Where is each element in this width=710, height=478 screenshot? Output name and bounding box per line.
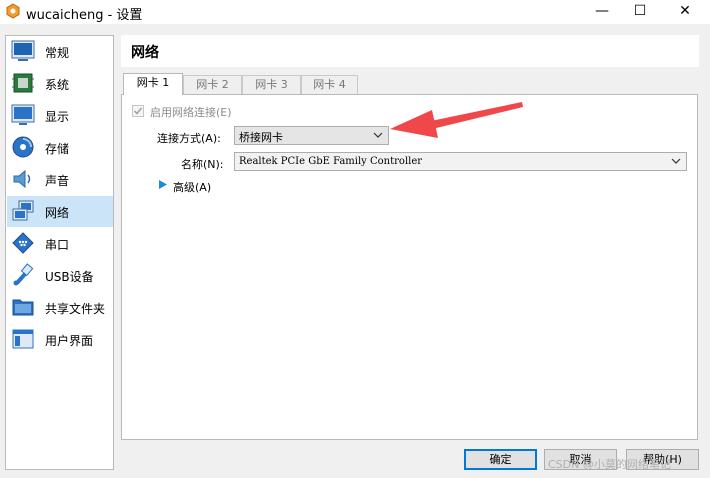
- maximize-button[interactable]: ☐: [623, 0, 657, 24]
- shared-folder-icon: [12, 299, 34, 316]
- window-title: wucaicheng - 设置: [26, 8, 143, 23]
- sidebar-item-label: USB设备: [45, 270, 94, 284]
- display-icon: [11, 104, 35, 125]
- ok-button[interactable]: 确定: [464, 449, 537, 470]
- attached-to-label: 连接方式(A):: [157, 132, 221, 145]
- adapter-name-value: Realtek PCIe GbE Family Controller: [239, 156, 423, 167]
- settings-sidebar: 常规 系统 显示 存储 声音 网络 串口 USB设备 共享文件夹 用户界面: [5, 35, 114, 470]
- chevron-down-icon: [373, 132, 383, 138]
- sidebar-item-serial-port[interactable]: 串口: [7, 228, 113, 259]
- enable-adapter-checkbox[interactable]: [132, 105, 144, 117]
- sidebar-item-label: 网络: [45, 206, 70, 220]
- watermark-text: CSDN @小莫的网络笔记: [548, 458, 671, 471]
- sidebar-item-usb[interactable]: USB设备: [7, 260, 113, 291]
- sidebar-item-user-interface[interactable]: 用户界面: [7, 324, 113, 355]
- sidebar-item-storage[interactable]: 存储: [7, 132, 113, 163]
- adapter-name-select[interactable]: Realtek PCIe GbE Family Controller: [234, 152, 687, 171]
- page-title: 网络: [131, 45, 159, 61]
- tab-adapter-1[interactable]: 网卡 1: [123, 73, 183, 95]
- sidebar-item-label: 常规: [45, 46, 70, 60]
- attached-to-select[interactable]: 桥接网卡: [234, 126, 389, 145]
- usb-icon: [13, 263, 34, 286]
- storage-icon: [12, 136, 34, 158]
- serial-port-icon: [12, 232, 34, 254]
- page-header: 网络: [121, 35, 699, 67]
- tab-adapter-4[interactable]: 网卡 4: [301, 75, 358, 94]
- annotation-arrow-icon: [390, 102, 523, 138]
- chevron-down-icon: [671, 158, 681, 164]
- minimize-button[interactable]: —: [585, 0, 619, 24]
- audio-icon: [13, 169, 31, 189]
- user-interface-icon: [12, 329, 34, 349]
- sidebar-item-label: 串口: [45, 238, 70, 252]
- network-icon: [12, 200, 34, 221]
- checkmark-icon: [133, 107, 143, 115]
- title-bar: wucaicheng - 设置 — ☐ ✕: [0, 0, 710, 24]
- sidebar-item-label: 显示: [45, 110, 70, 124]
- virtualbox-app-icon: [6, 3, 20, 19]
- sidebar-item-label: 共享文件夹: [45, 302, 106, 316]
- expand-arrow-icon[interactable]: [159, 180, 167, 189]
- sidebar-item-display[interactable]: 显示: [7, 100, 113, 131]
- sidebar-item-network[interactable]: 网络: [7, 196, 113, 227]
- enable-adapter-label: 启用网络连接(E): [150, 106, 232, 119]
- adapter-name-label: 名称(N):: [181, 158, 224, 171]
- sidebar-item-label: 存储: [45, 142, 70, 156]
- general-icon: [11, 40, 35, 61]
- close-button[interactable]: ✕: [668, 0, 702, 24]
- sidebar-item-label: 系统: [45, 78, 70, 92]
- sidebar-item-general[interactable]: 常规: [7, 36, 113, 67]
- tab-adapter-3[interactable]: 网卡 3: [242, 75, 301, 94]
- sidebar-item-shared-folders[interactable]: 共享文件夹: [7, 292, 113, 323]
- sidebar-item-audio[interactable]: 声音: [7, 164, 113, 195]
- sidebar-item-label: 声音: [45, 174, 70, 188]
- tab-adapter-2[interactable]: 网卡 2: [183, 75, 242, 94]
- advanced-toggle[interactable]: 高级(A): [173, 179, 211, 195]
- sidebar-item-system[interactable]: 系统: [7, 68, 113, 99]
- sidebar-item-label: 用户界面: [45, 334, 94, 348]
- attached-to-value: 桥接网卡: [239, 131, 283, 144]
- system-icon: [12, 73, 34, 93]
